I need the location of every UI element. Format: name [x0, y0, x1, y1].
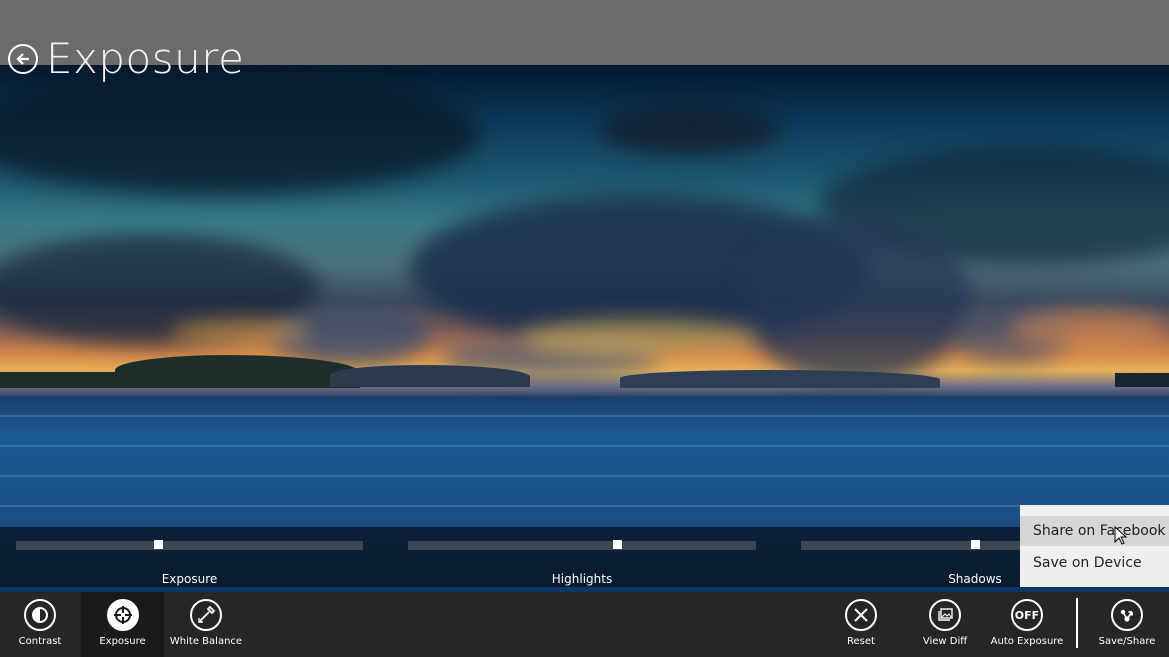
save-on-device-item[interactable]: Save on Device — [1020, 548, 1169, 578]
distant-mountains — [330, 365, 530, 387]
distant-mountains — [620, 370, 940, 388]
page-header: Exposure — [8, 36, 244, 82]
share-menu: Share on Facebook Save on Device — [1020, 505, 1169, 587]
save-share-button[interactable]: Save/Share — [1087, 592, 1167, 657]
slider-label: Exposure — [161, 572, 218, 586]
slider-label: Highlights — [551, 572, 613, 586]
slider-track[interactable] — [16, 541, 363, 550]
wave — [0, 445, 1169, 447]
share-on-facebook-item[interactable]: Share on Facebook — [1020, 516, 1169, 546]
cloud — [0, 75, 480, 195]
wave — [0, 415, 1169, 417]
auto-exposure-toggle[interactable]: OFF Auto Exposure — [987, 592, 1067, 657]
slider-thumb[interactable] — [971, 540, 980, 549]
wave — [0, 505, 1169, 507]
exposure-button[interactable]: Exposure — [81, 592, 164, 657]
slider-thumb[interactable] — [154, 540, 163, 549]
app-bar: Contrast Exposure White Balance Reset Vi… — [0, 592, 1169, 657]
share-icon — [1120, 609, 1133, 622]
sunset-glow — [520, 320, 760, 356]
white-balance-button[interactable]: White Balance — [164, 592, 248, 657]
wave — [0, 475, 1169, 477]
island — [115, 355, 360, 388]
reset-button[interactable]: Reset — [821, 592, 901, 657]
contrast-button[interactable]: Contrast — [0, 592, 80, 657]
appbar-separator — [1076, 598, 1078, 648]
highlights-slider[interactable]: Highlights — [408, 540, 756, 586]
exposure-slider[interactable]: Exposure — [16, 540, 363, 586]
exposure-crosshair-icon — [113, 606, 132, 624]
bungalows — [1115, 373, 1169, 387]
storm-cloud — [740, 215, 970, 385]
photo-canvas — [0, 65, 1169, 592]
view-diff-button[interactable]: View Diff — [905, 592, 985, 657]
image-stack-icon — [938, 608, 953, 621]
cloud — [600, 105, 780, 155]
mouse-cursor-icon — [1114, 526, 1128, 545]
page-title: Exposure — [46, 34, 245, 83]
sunset-glow — [170, 320, 310, 346]
slider-track[interactable] — [408, 541, 756, 550]
close-x-icon — [854, 608, 868, 622]
sunset-glow — [1010, 310, 1169, 350]
slider-panel: Exposure Highlights Shadows — [0, 527, 1169, 587]
slider-thumb[interactable] — [613, 540, 622, 549]
back-button[interactable] — [8, 44, 38, 74]
off-toggle-icon: OFF — [1014, 608, 1040, 622]
contrast-icon — [32, 607, 48, 623]
back-arrow-icon — [16, 53, 29, 65]
eyedropper-icon — [198, 605, 216, 623]
